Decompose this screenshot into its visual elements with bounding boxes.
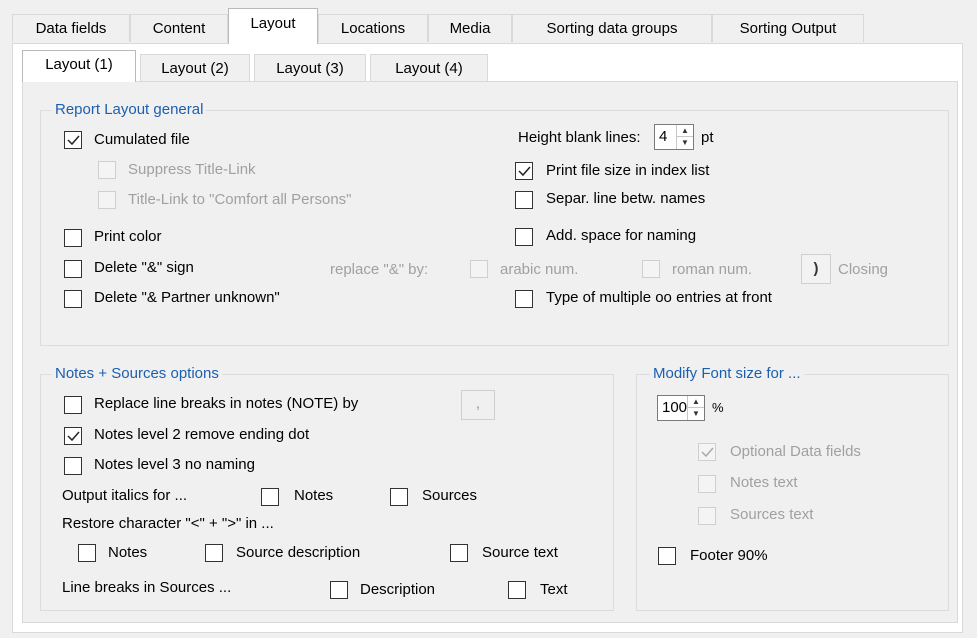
font-size-unit: %	[712, 400, 724, 415]
notes-level3-label: Notes level 3 no naming	[94, 456, 255, 473]
tab-layout[interactable]: Layout	[228, 8, 318, 44]
restore-source-text-label: Source text	[482, 544, 558, 561]
tab-locations[interactable]: Locations	[318, 14, 428, 42]
notes-level2-label: Notes level 2 remove ending dot	[94, 426, 310, 443]
restore-source-desc-label: Source description	[236, 544, 361, 561]
closing-char-field: )	[801, 254, 831, 284]
lb-text-checkbox[interactable]	[508, 581, 526, 599]
suppress-title-link-label: Suppress Title-Link	[128, 161, 256, 178]
line-breaks-sources-label: Line breaks in Sources ...	[62, 579, 232, 596]
height-blank-lines-label: Height blank lines:	[518, 129, 641, 146]
tab-layout-1[interactable]: Layout (1)	[22, 50, 136, 82]
spin-down-icon[interactable]: ▼	[688, 408, 704, 420]
check-icon	[518, 166, 531, 177]
lb-description-label: Description	[360, 581, 436, 598]
restore-source-desc-checkbox[interactable]	[205, 544, 223, 562]
font-size-value: 100	[662, 399, 688, 416]
tab-layout-4[interactable]: Layout (4)	[370, 54, 488, 82]
notes-level3-checkbox[interactable]	[64, 457, 82, 475]
delete-amp-partner-label: Delete "& Partner unknown"	[94, 289, 280, 306]
tab-content[interactable]: Content	[130, 14, 228, 42]
closing-label: Closing	[838, 261, 889, 278]
sources-text-label: Sources text	[730, 506, 814, 523]
height-blank-lines-unit: pt	[701, 129, 714, 146]
print-file-size-label: Print file size in index list	[546, 162, 710, 179]
replace-line-breaks-checkbox[interactable]	[64, 396, 82, 414]
separ-line-label: Separ. line betw. names	[546, 190, 706, 207]
cumulated-file-label: Cumulated file	[94, 131, 190, 148]
lb-text-label: Text	[540, 581, 568, 598]
notes-level2-checkbox[interactable]	[64, 427, 82, 445]
restore-notes-checkbox[interactable]	[78, 544, 96, 562]
replace-line-breaks-label: Replace line breaks in notes (NOTE) by	[94, 395, 359, 412]
font-size-spinner[interactable]: 100 ▲ ▼	[657, 395, 705, 421]
optional-data-fields-checkbox	[698, 443, 716, 461]
report-layout-general-title: Report Layout general	[52, 101, 207, 118]
notes-text-label: Notes text	[730, 474, 798, 491]
delete-amp-partner-checkbox[interactable]	[64, 290, 82, 308]
check-icon	[67, 431, 80, 442]
add-space-label: Add. space for naming	[546, 227, 697, 244]
footer-90-checkbox[interactable]	[658, 547, 676, 565]
print-file-size-checkbox[interactable]	[515, 162, 533, 180]
notes-text-checkbox	[698, 475, 716, 493]
multiple-oo-checkbox[interactable]	[515, 290, 533, 308]
font-size-title: Modify Font size for ...	[650, 365, 804, 382]
output-italics-label: Output italics for ...	[62, 487, 188, 504]
italics-sources-checkbox[interactable]	[390, 488, 408, 506]
check-icon	[67, 135, 80, 146]
roman-num-label: roman num.	[672, 261, 753, 278]
height-blank-lines-spinner[interactable]: 4 ▲ ▼	[654, 124, 694, 150]
delete-amp-label: Delete "&" sign	[94, 259, 194, 276]
check-icon	[701, 447, 714, 458]
restore-source-text-checkbox[interactable]	[450, 544, 468, 562]
notes-sources-title: Notes + Sources options	[52, 365, 222, 382]
replace-amp-label: replace "&" by:	[330, 261, 429, 278]
tab-data-fields[interactable]: Data fields	[12, 14, 130, 42]
italics-sources-label: Sources	[422, 487, 478, 504]
print-color-label: Print color	[94, 228, 162, 245]
sources-text-checkbox	[698, 507, 716, 525]
separ-line-checkbox[interactable]	[515, 191, 533, 209]
roman-num-checkbox	[642, 260, 660, 278]
arabic-num-checkbox	[470, 260, 488, 278]
multiple-oo-label: Type of multiple oo entries at front	[546, 289, 772, 306]
title-link-comfort-checkbox	[98, 191, 116, 209]
delete-amp-checkbox[interactable]	[64, 260, 82, 278]
optional-data-fields-label: Optional Data fields	[730, 443, 861, 460]
replace-char-field[interactable]: ,	[461, 390, 495, 420]
cumulated-file-checkbox[interactable]	[64, 131, 82, 149]
spin-down-icon[interactable]: ▼	[677, 137, 693, 149]
add-space-checkbox[interactable]	[515, 228, 533, 246]
tab-sorting-output[interactable]: Sorting Output	[712, 14, 864, 42]
suppress-title-link-checkbox	[98, 161, 116, 179]
height-blank-lines-value: 4	[659, 128, 668, 145]
restore-notes-label: Notes	[108, 544, 148, 561]
title-link-comfort-label: Title-Link to "Comfort all Persons"	[128, 191, 352, 208]
print-color-checkbox[interactable]	[64, 229, 82, 247]
italics-notes-label: Notes	[294, 487, 334, 504]
arabic-num-label: arabic num.	[500, 261, 579, 278]
tab-layout-3[interactable]: Layout (3)	[254, 54, 366, 82]
tab-sorting-data-groups[interactable]: Sorting data groups	[512, 14, 712, 42]
restore-char-label: Restore character "<" + ">" in ...	[62, 515, 274, 532]
lb-description-checkbox[interactable]	[330, 581, 348, 599]
footer-90-label: Footer 90%	[690, 547, 768, 564]
italics-notes-checkbox[interactable]	[261, 488, 279, 506]
spin-up-icon[interactable]: ▲	[688, 396, 704, 408]
tab-media[interactable]: Media	[428, 14, 512, 42]
spin-up-icon[interactable]: ▲	[677, 125, 693, 137]
tab-layout-2[interactable]: Layout (2)	[140, 54, 250, 82]
